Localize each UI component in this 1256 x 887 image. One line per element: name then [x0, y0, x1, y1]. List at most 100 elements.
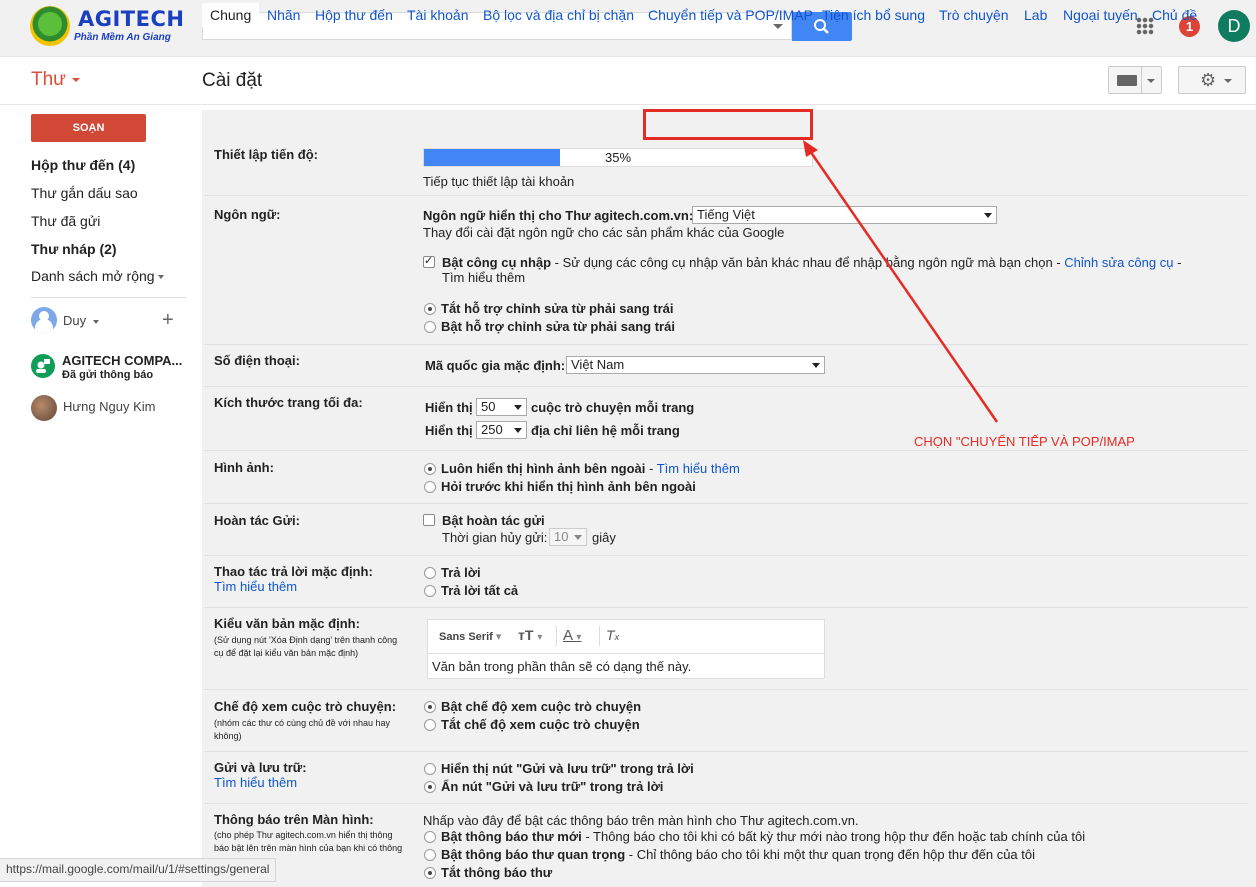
change-language-link[interactable]: Thay đổi cài đặt ngôn ngữ cho các sản ph… [423, 225, 784, 240]
font-family-button[interactable]: Sans Serif ▾ [439, 630, 501, 643]
text-style-editor[interactable]: Sans Serif ▾ ᴛT ▾ A ▾ Tx Văn bản trong p… [427, 619, 825, 679]
tab-offline[interactable]: Ngoại tuyến [1063, 7, 1138, 23]
continue-setup-link[interactable]: Tiếp tục thiết lập tài khoản [423, 174, 574, 189]
chevron-down-icon [92, 319, 99, 324]
font-size-icon[interactable]: ᴛT ▾ [518, 627, 542, 643]
undo-send-checkbox[interactable] [423, 514, 435, 526]
contact-avatar[interactable] [31, 354, 55, 378]
rtl-off-radio[interactable] [424, 303, 436, 315]
learn-more-link[interactable]: Tìm hiểu thêm [657, 461, 740, 476]
separator: - [645, 461, 657, 476]
display-language-label: Ngôn ngữ hiển thị cho Thư agitech.com.vn… [423, 208, 694, 223]
rtl-on-radio[interactable] [424, 321, 436, 333]
learn-more-link[interactable]: Tìm hiểu thêm [214, 579, 297, 594]
conversations-per-page-select[interactable]: 50 [476, 398, 527, 416]
edit-tools-link[interactable]: Chỉnh sửa công cụ [1064, 255, 1173, 270]
important-notif-radio[interactable] [424, 849, 436, 861]
input-tools-checkbox[interactable] [423, 254, 435, 268]
font-family-value: Sans Serif [439, 631, 493, 643]
mail-app-switcher[interactable]: Thư [31, 69, 80, 91]
setting-label-conversation-view: Chế độ xem cuộc trò chuyện: [214, 699, 397, 714]
reply-all-radio[interactable] [424, 585, 436, 597]
input-tools-button[interactable] [1108, 66, 1162, 94]
display-language-value: Tiếng Việt [697, 207, 755, 222]
conversations-per-page-label: cuộc trò chuyện mỗi trang [531, 400, 695, 415]
notif-off-radio[interactable] [424, 867, 436, 879]
display-language-select[interactable]: Tiếng Việt [692, 206, 997, 224]
new-mail-notif-radio[interactable] [424, 831, 436, 843]
country-code-select[interactable]: Việt Nam [566, 356, 825, 374]
always-show-images-label: Luôn hiển thị hình ảnh bên ngoài [441, 461, 646, 476]
setting-label-text-style: Kiểu văn bản mặc định: [214, 616, 360, 631]
chevron-down-icon[interactable] [1147, 79, 1155, 83]
chevron-down-icon [812, 363, 820, 368]
reply-radio[interactable] [424, 567, 436, 579]
sidebar-item-drafts[interactable]: Thư nháp (2) [31, 241, 117, 257]
tab-addons[interactable]: Tiện ích bổ sung [822, 7, 925, 23]
chevron-down-icon [71, 77, 80, 82]
tab-chat[interactable]: Trò chuyện [939, 7, 1009, 23]
show-label: Hiển thị [425, 423, 473, 438]
learn-more-link[interactable]: Tìm hiểu thêm [442, 270, 525, 285]
tab-forwarding-pop-imap[interactable]: Chuyển tiếp và POP/IMAP [648, 7, 813, 23]
contacts-per-page-select[interactable]: 250 [476, 421, 527, 439]
learn-more-link[interactable]: Tìm hiểu thêm [214, 775, 297, 790]
reply-label: Trả lời [441, 565, 481, 580]
tab-general[interactable]: Chung [202, 3, 260, 27]
show-send-archive-radio[interactable] [424, 763, 436, 775]
text-style-hint: (Sử dụng nút 'Xóa Định dạng' trên thanh … [214, 635, 398, 658]
tab-labs[interactable]: Lab [1024, 7, 1047, 23]
tab-inbox[interactable]: Hộp thư đến [315, 7, 393, 23]
hide-send-archive-label: Ẩn nút "Gửi và lưu trữ" trong trả lời [441, 779, 664, 794]
sidebar-item-starred[interactable]: Thư gắn dấu sao [31, 185, 138, 201]
conversation-view-off-radio[interactable] [424, 719, 436, 731]
contact-avatar[interactable] [31, 395, 57, 421]
tab-themes[interactable]: Chủ đề [1152, 7, 1197, 23]
reply-all-label: Trả lời tất cả [441, 583, 519, 598]
tab-filters[interactable]: Bộ lọc và địa chỉ bị chặn [483, 7, 634, 23]
chevron-down-icon [514, 405, 522, 410]
text-color-icon[interactable]: A ▾ [563, 627, 581, 644]
settings-button[interactable]: ⚙ [1178, 66, 1246, 94]
compose-button[interactable]: SOẠN [31, 114, 146, 142]
divider [204, 689, 1248, 690]
contacts-per-page-value: 250 [481, 422, 503, 437]
sidebar-item-inbox[interactable]: Hộp thư đến (4) [31, 157, 135, 173]
chevron-down-icon [1224, 79, 1232, 83]
chevron-down-icon [514, 428, 522, 433]
conversation-view-hint: (nhóm các thư có cùng chủ đề với nhau ha… [214, 718, 391, 741]
divider [31, 297, 186, 298]
contacts-per-page-label: địa chỉ liên hệ mỗi trang [531, 423, 680, 438]
search-options-dropdown-icon[interactable] [773, 24, 783, 29]
contact-name[interactable]: Hưng Nguy Kim [63, 399, 156, 414]
setting-label-reply: Thao tác trả lời mặc định: [214, 564, 373, 579]
agitech-logo[interactable]: AGITECH Phần Mềm An Giang [30, 6, 184, 48]
add-contact-icon[interactable]: + [162, 309, 174, 332]
setting-label-desktop-notifications: Thông báo trên Màn hình: [214, 812, 374, 827]
sidebar-item-more[interactable]: Danh sách mở rộng [31, 268, 164, 284]
important-notif-desc: - Chỉ thông báo cho tôi khi một thư quan… [625, 847, 1036, 862]
enable-desktop-notifications-link[interactable]: Nhấp vào đây để bật các thông báo trên m… [423, 813, 859, 828]
user-avatar[interactable] [31, 307, 57, 333]
group-contact-icon [36, 359, 50, 373]
setting-label-undo-send: Hoàn tác Gửi: [214, 513, 300, 528]
sidebar-item-sent[interactable]: Thư đã gửi [31, 213, 100, 229]
clear-formatting-icon[interactable]: Tx [606, 627, 619, 643]
progress-fill [424, 149, 560, 166]
always-show-images-radio[interactable] [424, 463, 436, 475]
account-avatar[interactable]: D [1218, 10, 1250, 42]
contact-name[interactable]: AGITECH COMPA... [62, 353, 182, 368]
hide-send-archive-radio[interactable] [424, 781, 436, 793]
conversation-view-on-radio[interactable] [424, 701, 436, 713]
divider [1141, 67, 1142, 93]
tab-accounts[interactable]: Tài khoản [407, 7, 468, 23]
hangouts-user[interactable]: Duy [63, 313, 99, 328]
keyboard-icon [1117, 75, 1137, 86]
cancel-period-select[interactable]: 10 [549, 528, 587, 546]
divider [204, 607, 1248, 608]
setting-label-language: Ngôn ngữ: [214, 207, 281, 222]
setting-label-images: Hình ảnh: [214, 460, 274, 475]
app-title-label: Thư [31, 69, 66, 90]
ask-show-images-radio[interactable] [424, 481, 436, 493]
tab-labels[interactable]: Nhãn [267, 7, 300, 23]
